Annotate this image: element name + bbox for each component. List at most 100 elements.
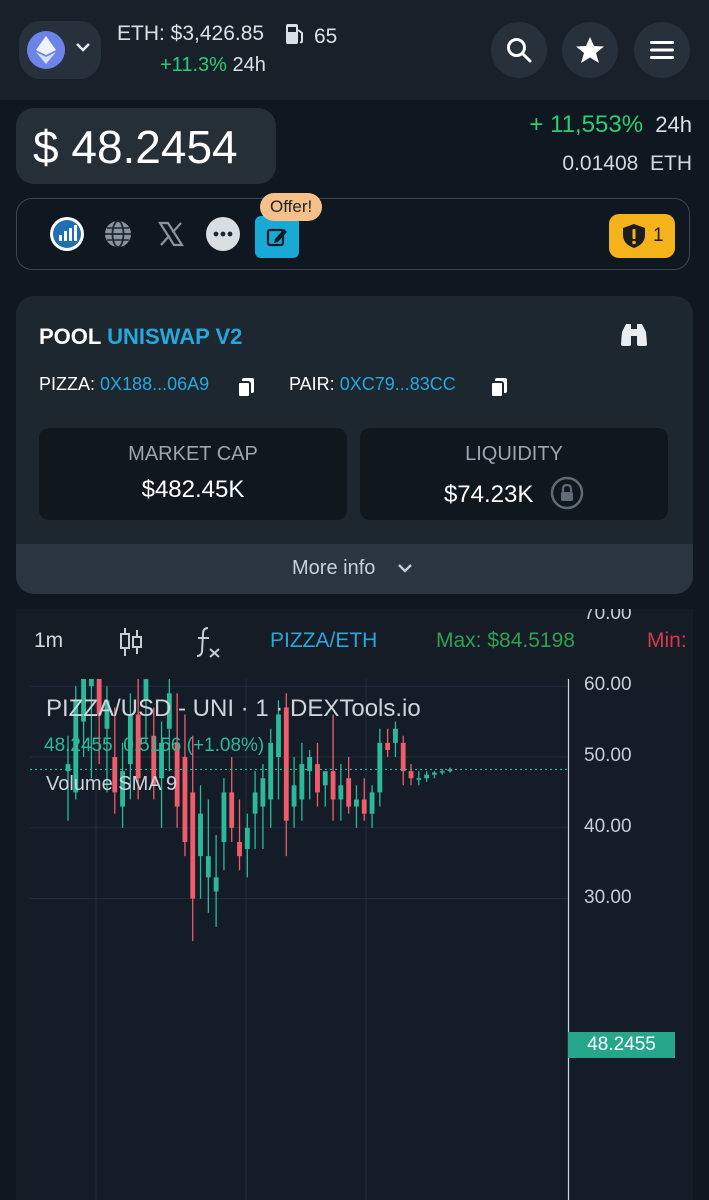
candlestick-type-icon[interactable] [118, 626, 144, 658]
chart-logo-link[interactable] [50, 217, 84, 251]
candle-body [369, 792, 375, 814]
menu-icon [650, 41, 674, 59]
candle-body [361, 799, 367, 814]
pool-title: POOL UNISWAP V2 [39, 324, 242, 350]
more-links-button[interactable] [206, 217, 240, 251]
gas-pump-icon [286, 24, 303, 44]
candle [393, 721, 398, 757]
more-icon [213, 231, 233, 237]
edit-icon [266, 228, 287, 247]
candle-body [416, 778, 422, 780]
x-twitter-link[interactable] [154, 217, 188, 251]
candle [431, 771, 437, 779]
candle-body [377, 742, 383, 793]
candle-body [190, 792, 196, 899]
ethereum-icon [27, 31, 65, 69]
candle [190, 735, 196, 942]
eth-change-period: 24h [232, 54, 266, 76]
token-eth-price: 0.01408 ETH [562, 152, 692, 175]
token-address-row: PIZZA: 0X188...06A9 [39, 374, 209, 395]
audit-count: 1 [653, 225, 664, 246]
candle-body [260, 778, 266, 807]
candle [252, 771, 258, 850]
market-cap-stat: MARKET CAP $482.45K [39, 428, 347, 520]
candle [354, 785, 359, 828]
pool-info-card: POOL UNISWAP V2 PIZZA: 0X188...06A9 PAIR… [16, 296, 693, 594]
candle-body [291, 785, 297, 807]
top-bar: ETH: $3,426.85 65 +11.3% 24h [0, 0, 709, 100]
token-links-bar [16, 198, 690, 270]
gas-price: 65 [284, 22, 337, 49]
audit-alert-button[interactable]: 1 [609, 214, 675, 258]
volume-indicator-label: Volume SMA 9 [46, 773, 178, 795]
token-change-period: 24h [655, 112, 692, 137]
chart-title: PIZZA/USD - UNI · 1 · DEXTools.io [46, 695, 421, 722]
candle-body [65, 764, 71, 772]
candle [322, 771, 328, 807]
candle-body [315, 764, 320, 793]
ohlc-values: 48.2455 0.5156 (+1.08%) [44, 735, 265, 756]
more-info-label: More info [292, 557, 376, 579]
candle [400, 735, 406, 786]
token-address-label: PIZZA: [39, 374, 96, 394]
candle [237, 799, 242, 871]
offer-badge[interactable]: Offer! [260, 193, 323, 221]
max-price: Max: $84.5198 [436, 629, 575, 652]
website-link[interactable] [101, 217, 135, 251]
market-cap-value: $482.45K [141, 476, 245, 503]
candle [213, 834, 219, 927]
eth-change-value: +11.3% [160, 54, 227, 76]
more-info-button[interactable]: More info [16, 544, 693, 594]
menu-button[interactable] [634, 22, 690, 78]
pair-address[interactable]: 0XC79...83CC [340, 374, 456, 394]
liquidity-stat: LIQUIDITY $74.23K [360, 428, 668, 520]
market-cap-label: MARKET CAP [128, 443, 258, 465]
candle [198, 785, 203, 899]
search-icon [507, 38, 532, 63]
candle [338, 764, 344, 821]
binoculars-icon[interactable] [619, 322, 649, 348]
indicators-fx-icon[interactable] [194, 625, 222, 659]
candle [260, 764, 266, 850]
favorites-button[interactable] [562, 22, 618, 78]
candle-body [268, 742, 274, 800]
candle-body [393, 728, 398, 743]
y-axis-tick: 50.00 [584, 745, 632, 766]
eth-change: +11.3% 24h [160, 54, 266, 77]
candle-body [431, 772, 437, 775]
candle [112, 707, 118, 814]
candle-body [338, 785, 344, 800]
chart-grid [30, 614, 568, 1200]
candle-body [252, 792, 258, 814]
y-axis-tick: 70.00 [584, 609, 632, 625]
candle-body [354, 799, 359, 807]
shield-alert-icon [623, 224, 645, 248]
candle [424, 771, 430, 782]
token-price-change: + 11,553% 24h [529, 111, 692, 139]
pool-dex[interactable]: UNISWAP V2 [107, 324, 242, 349]
chevron-down-icon [76, 43, 90, 52]
candle [315, 742, 320, 807]
candle [205, 799, 211, 913]
candle-body [408, 771, 414, 779]
copy-icon[interactable] [489, 376, 509, 398]
lock-icon[interactable] [550, 476, 584, 510]
token-address[interactable]: 0X188...06A9 [100, 374, 209, 394]
copy-icon[interactable] [236, 376, 256, 398]
update-info-button[interactable] [255, 216, 299, 258]
star-icon [576, 37, 604, 63]
candle [346, 757, 352, 814]
candle [385, 728, 391, 757]
chain-selector-button[interactable] [19, 21, 101, 79]
candle [408, 764, 414, 786]
pair-selector[interactable]: PIZZA/ETH [270, 629, 377, 653]
candle-body [229, 792, 235, 828]
token-price: $ 48.2454 [33, 121, 238, 173]
gas-value: 65 [314, 25, 338, 48]
candle [291, 757, 297, 828]
candle-body [346, 778, 352, 807]
candle [88, 609, 94, 779]
interval-selector[interactable]: 1m [34, 629, 63, 653]
search-button[interactable] [491, 22, 547, 78]
candle-body [424, 774, 430, 779]
